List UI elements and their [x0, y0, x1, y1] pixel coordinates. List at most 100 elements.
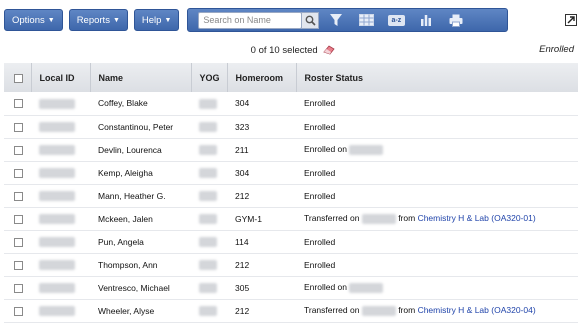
homeroom: 114 [235, 236, 249, 247]
table-row[interactable]: Ventresco, Michael 305 Enrolled on [4, 276, 578, 299]
header-roster-status[interactable]: Roster Status [296, 63, 578, 92]
help-label: Help [141, 14, 162, 26]
redacted-local-id [39, 236, 75, 247]
roster-status-text: Transferred on [304, 213, 360, 224]
help-menu-button[interactable]: Help ▼ [133, 9, 180, 31]
student-name: Devlin, Lourenca [98, 144, 162, 155]
sort-button[interactable]: a-z [383, 10, 409, 30]
roster-status-text: Enrolled on [304, 144, 348, 155]
table-row[interactable]: Constantinou, Peter 323 Enrolled [4, 115, 578, 138]
from-text: from [398, 305, 416, 316]
yog-cell [191, 161, 227, 184]
popout-button[interactable] [565, 14, 577, 26]
redacted-yog [199, 236, 217, 247]
roster-status-text: Enrolled [304, 236, 336, 247]
row-select-cell [4, 92, 31, 115]
header-local-id[interactable]: Local ID [31, 63, 91, 92]
roster-status: Transferred on from Chemistry H & Lab (O… [296, 299, 578, 322]
row-checkbox[interactable] [14, 306, 23, 316]
table-row[interactable]: Kemp, Aleigha 304 Enrolled [4, 161, 578, 184]
local-id-cell [31, 276, 90, 299]
student-name: Thompson, Ann [98, 259, 158, 270]
table-header-row: Local ID Name YOG Homeroom Roster Status [4, 63, 578, 92]
header-yog[interactable]: YOG [191, 63, 228, 92]
grid-view-button[interactable] [353, 10, 379, 30]
row-checkbox[interactable] [14, 283, 23, 293]
table-row[interactable]: Thompson, Ann 212 Enrolled [4, 253, 578, 276]
student-name: Kemp, Aleigha [98, 167, 153, 178]
reports-label: Reports [76, 14, 110, 26]
row-select-cell [4, 138, 31, 161]
redacted-yog [199, 282, 217, 293]
redacted-local-id [39, 213, 75, 224]
row-checkbox[interactable] [14, 145, 23, 155]
reports-menu-button[interactable]: Reports ▼ [68, 9, 128, 31]
row-checkbox[interactable] [14, 191, 23, 201]
table-row[interactable]: Devlin, Lourenca 211 Enrolled on [4, 138, 578, 161]
row-checkbox[interactable] [14, 214, 23, 224]
row-checkbox[interactable] [14, 260, 23, 270]
roster-status: Enrolled on [296, 276, 578, 299]
eraser-icon[interactable] [323, 44, 335, 58]
table-row[interactable]: Mckeen, Jalen GYM-1 Transferred on from Ch… [4, 207, 578, 230]
redacted-date [361, 305, 396, 316]
redacted-yog [199, 121, 217, 132]
printer-icon [449, 14, 463, 27]
from-text: from [398, 213, 416, 224]
row-checkbox[interactable] [14, 122, 23, 132]
header-name[interactable]: Name [90, 63, 192, 92]
student-name: Pun, Angela [98, 236, 144, 247]
roster-status: Transferred on from Chemistry H & Lab (O… [296, 207, 578, 230]
options-menu-button[interactable]: Options ▼ [4, 9, 63, 31]
local-id-cell [31, 115, 90, 138]
header-homeroom[interactable]: Homeroom [227, 63, 297, 92]
search-input[interactable] [198, 11, 303, 29]
course-link[interactable]: Chemistry H & Lab (OA320-04) [418, 305, 536, 315]
roster-status: Enrolled on [296, 138, 578, 161]
student-name: Wheeler, Alyse [98, 305, 155, 316]
table-row[interactable]: Wheeler, Alyse 212 Transferred on from Che… [4, 299, 578, 322]
row-select-cell [4, 161, 31, 184]
yog-cell [191, 184, 227, 207]
yog-cell [191, 115, 227, 138]
row-select-cell [4, 253, 31, 276]
print-button[interactable] [443, 10, 469, 30]
redacted-local-id [39, 98, 75, 109]
row-checkbox[interactable] [14, 99, 23, 109]
redacted-yog [199, 144, 217, 155]
magnifier-icon [305, 15, 316, 26]
roster-status-text: Enrolled [304, 167, 336, 178]
select-all-header [4, 63, 32, 92]
row-checkbox[interactable] [14, 168, 23, 178]
redacted-date [361, 213, 396, 224]
homeroom: 323 [235, 121, 250, 132]
select-all-checkbox[interactable] [14, 73, 23, 83]
course-link[interactable]: Chemistry H & Lab (OA320-01) [418, 213, 536, 223]
row-select-cell [4, 115, 31, 138]
search-button[interactable] [301, 11, 320, 29]
local-id-cell [31, 184, 90, 207]
roster-status-text: Transferred on [304, 305, 360, 316]
student-name: Mckeen, Jalen [98, 213, 153, 224]
popout-icon [567, 16, 575, 24]
table-row[interactable]: Coffey, Blake 304 Enrolled [4, 92, 578, 115]
selection-count: 0 of 10 selected [250, 45, 318, 56]
local-id-cell [31, 161, 90, 184]
sort-az-icon: a-z [387, 14, 405, 26]
caret-down-icon: ▼ [47, 16, 55, 24]
chart-button[interactable] [413, 10, 439, 30]
roster-table: Local ID Name YOG Homeroom Roster Status… [4, 63, 578, 323]
row-select-cell [4, 207, 31, 230]
filter-button[interactable] [323, 10, 349, 30]
student-name: Constantinou, Peter [98, 121, 174, 132]
homeroom: 212 [235, 190, 250, 201]
table-row[interactable]: Mann, Heather G. 212 Enrolled [4, 184, 578, 207]
roster-status: Enrolled [296, 230, 578, 253]
roster-status-text: Enrolled [304, 190, 336, 201]
roster-status: Enrolled [296, 161, 578, 184]
row-checkbox[interactable] [14, 237, 23, 247]
status-filter-label: Enrolled [539, 44, 574, 55]
table-row[interactable]: Pun, Angela 114 Enrolled [4, 230, 578, 253]
options-label: Options [12, 14, 45, 26]
redacted-yog [199, 167, 217, 178]
